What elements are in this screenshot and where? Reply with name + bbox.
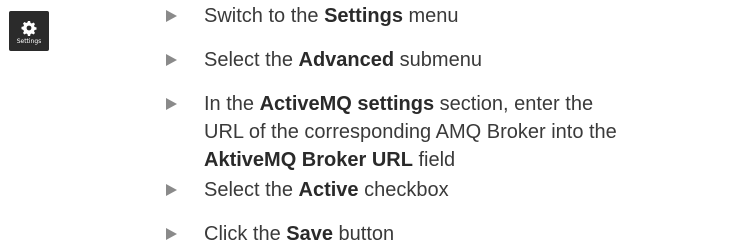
bullet-arrow-icon xyxy=(166,228,177,240)
step-text: Select the Active checkbox xyxy=(204,179,449,201)
ui-term: AktiveMQ Broker URL xyxy=(204,149,413,171)
ui-term: Advanced xyxy=(298,49,395,71)
settings-button-label: Settings xyxy=(16,37,42,45)
step-text-line: In the ActiveMQ settings section, enter … xyxy=(204,93,594,115)
settings-button[interactable]: Settings xyxy=(9,11,49,51)
step-text-line: AktiveMQ Broker URL field xyxy=(204,149,456,171)
ui-term: Active xyxy=(298,179,359,201)
step-text: Switch to the Settings menu xyxy=(204,5,459,27)
bullet-arrow-icon xyxy=(166,10,177,22)
ui-term: Settings xyxy=(324,5,403,27)
bullet-arrow-icon xyxy=(166,184,177,196)
step-text: Click the Save button xyxy=(204,223,395,245)
gear-icon xyxy=(21,20,37,36)
ui-term: ActiveMQ settings xyxy=(259,93,435,115)
step-text-line: URL of the corresponding AMQ Broker into… xyxy=(204,121,617,143)
step-text: Select the Advanced submenu xyxy=(204,49,482,71)
bullet-arrow-icon xyxy=(166,54,177,66)
ui-term: Save xyxy=(286,223,333,245)
bullet-arrow-icon xyxy=(166,98,177,110)
